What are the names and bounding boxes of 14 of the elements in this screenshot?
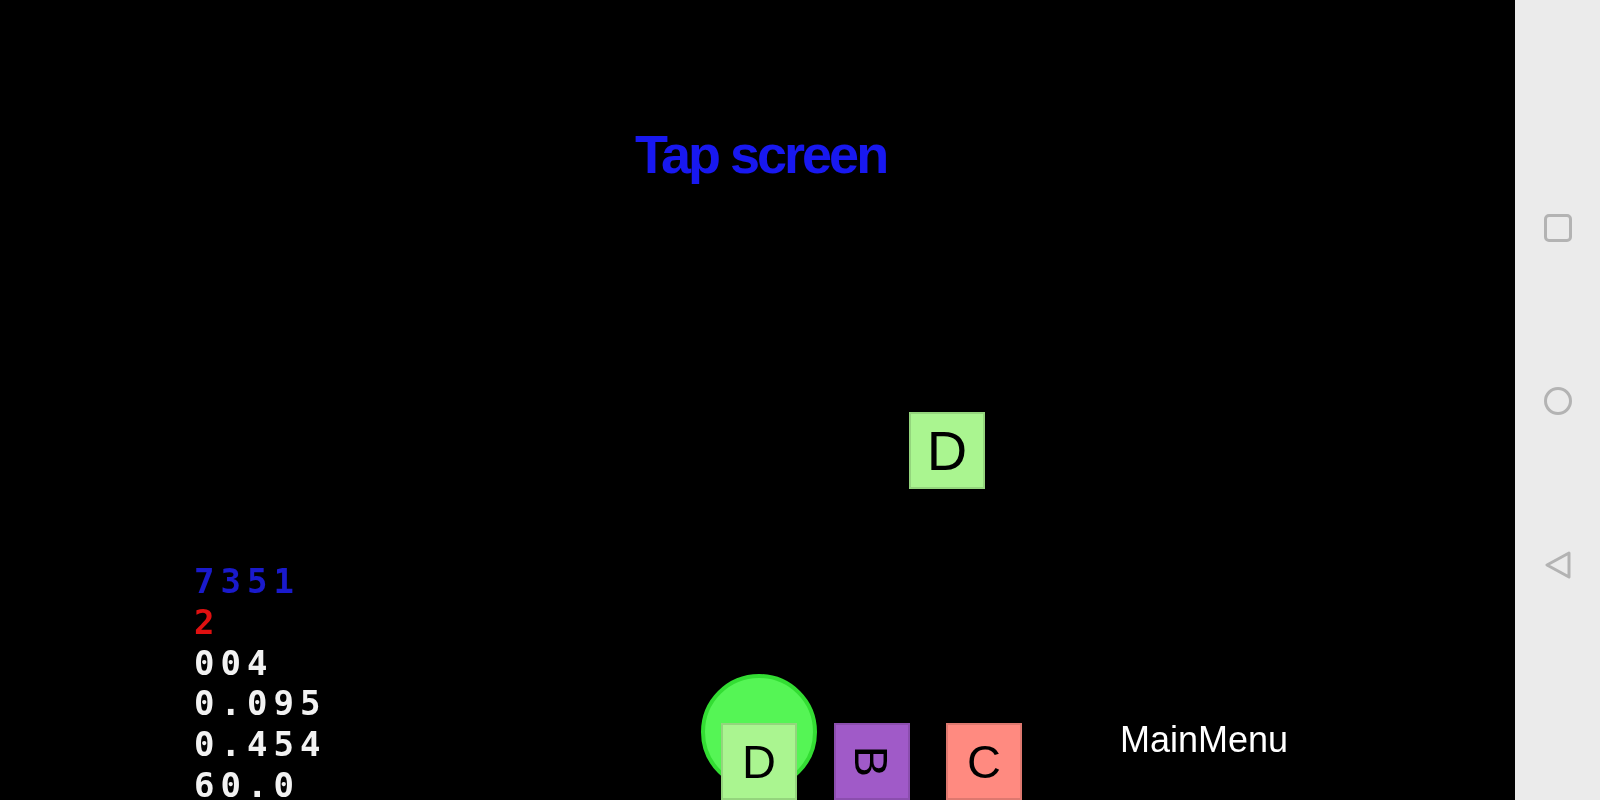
letter-tile[interactable]: D bbox=[721, 723, 797, 800]
letter-tile[interactable]: D bbox=[909, 412, 985, 489]
stat-readout: 2 bbox=[194, 606, 222, 637]
home-icon[interactable] bbox=[1543, 387, 1572, 415]
letter-tile[interactable]: B bbox=[833, 723, 910, 800]
stat-readout: 0.454 bbox=[194, 729, 327, 760]
stat-readout: 7351 bbox=[194, 566, 301, 596]
recent-apps-icon[interactable] bbox=[1543, 214, 1572, 242]
stat-readout: 0.095 bbox=[194, 688, 327, 719]
main-menu-button[interactable]: MainMenu bbox=[1120, 722, 1289, 758]
letter-tile[interactable]: C bbox=[946, 723, 1022, 800]
stat-readout: 60.0 bbox=[194, 770, 301, 800]
stat-readout: 004 bbox=[194, 647, 275, 678]
back-icon[interactable] bbox=[1544, 551, 1571, 579]
